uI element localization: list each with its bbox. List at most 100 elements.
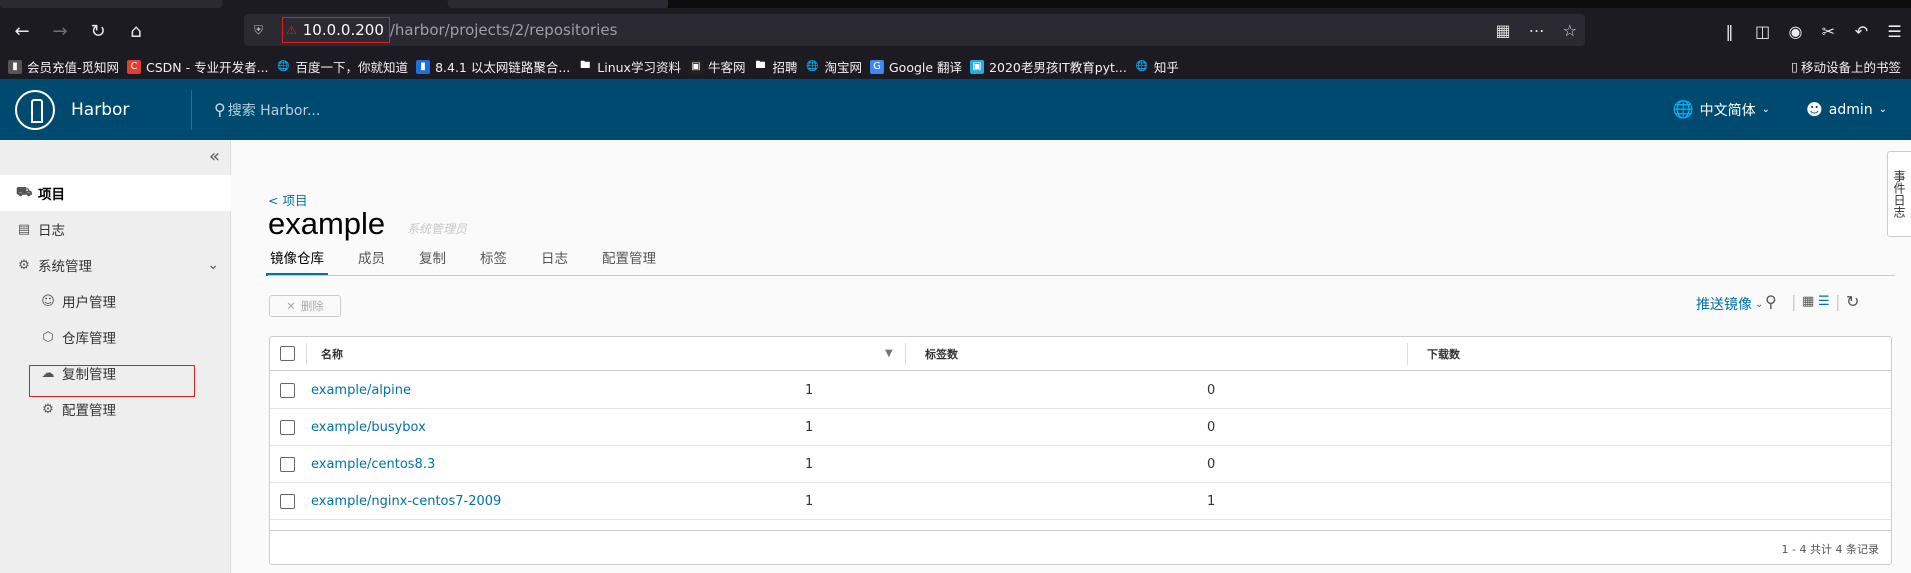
- registry-icon: ⬡: [42, 329, 54, 345]
- sidebar-item-users[interactable]: ☺ 用户管理: [0, 283, 231, 319]
- address-bar[interactable]: ⛨ ⚠ 10.0.0.200 /harbor/projects/2/reposi…: [244, 14, 1585, 46]
- forward-arrow-icon[interactable]: →: [44, 15, 76, 47]
- back-arrow-icon[interactable]: ←: [6, 15, 38, 47]
- more-actions-icon[interactable]: ⋯: [1529, 21, 1545, 40]
- tab-logs[interactable]: 日志: [539, 248, 570, 276]
- browser-navbar: ← → ↻ ⌂ ⛨ ⚠ 10.0.0.200 /harbor/projects/…: [0, 8, 1911, 54]
- shield-icon[interactable]: ⛨: [254, 22, 268, 38]
- main-content: < 项目 example 系统管理员 镜像仓库 成员 复制 标签 日志 配置管理…: [232, 140, 1911, 573]
- bookmark-icon: ▮: [8, 59, 22, 74]
- global-search[interactable]: ⚲ 搜索 Harbor...: [214, 100, 320, 120]
- reload-icon[interactable]: ↻: [82, 15, 114, 47]
- home-icon[interactable]: ⌂: [120, 15, 152, 47]
- brand-name[interactable]: Harbor: [71, 100, 181, 120]
- screenshot-icon[interactable]: ✂: [1812, 22, 1845, 41]
- row-checkbox[interactable]: [280, 493, 295, 509]
- table-row[interactable]: example/nginx-centos7-2009 1 1: [270, 483, 1891, 520]
- qr-code-icon[interactable]: ▦: [1496, 21, 1511, 40]
- bookmark-item[interactable]: C CSDN - 专业开发者...: [127, 57, 269, 76]
- tab-divider: [268, 275, 1895, 276]
- card-view-icon[interactable]: ▦: [1802, 294, 1814, 309]
- repository-name-link[interactable]: example/busybox: [311, 409, 426, 445]
- header-divider: [191, 89, 192, 130]
- sidebar-item-projects[interactable]: ⛟ 项目: [0, 175, 231, 211]
- search-icon[interactable]: ⚲: [1765, 292, 1777, 311]
- collapse-sidebar-icon[interactable]: «: [209, 146, 220, 167]
- bookmark-item[interactable]: 🌐 淘宝网: [805, 57, 862, 76]
- bookmark-item[interactable]: ▮ 8.4.1 以太网链路聚合...: [416, 57, 570, 76]
- repository-name-link[interactable]: example/centos8.3: [311, 446, 435, 482]
- browser-tab[interactable]: [448, 0, 668, 8]
- library-icon[interactable]: ‖: [1713, 22, 1746, 41]
- globe-icon: 🌐: [806, 61, 819, 72]
- row-checkbox[interactable]: [280, 419, 295, 435]
- insecure-lock-icon[interactable]: ⚠: [286, 23, 297, 37]
- tag-count: 1: [805, 382, 814, 398]
- url-host-highlight: ⚠ 10.0.0.200: [282, 17, 390, 43]
- table-header: 名称 ▼ 标签数 下载数: [270, 337, 1891, 371]
- bookmark-item[interactable]: 🌐 知乎: [1135, 57, 1179, 76]
- list-view-icon[interactable]: ☰: [1818, 294, 1830, 309]
- browser-tab[interactable]: [0, 0, 222, 8]
- push-image-label: 推送镜像: [1696, 297, 1752, 313]
- sidebar-item-label: 项目: [38, 187, 65, 203]
- language-selector[interactable]: 🌐 中文简体 ⌄: [1672, 100, 1770, 120]
- tab-members[interactable]: 成员: [356, 248, 387, 276]
- row-checkbox[interactable]: [280, 382, 295, 398]
- row-checkbox[interactable]: [280, 456, 295, 472]
- tab-replication[interactable]: 复制: [417, 248, 448, 276]
- sidebar-item-label: 配置管理: [62, 403, 116, 419]
- bookmark-item[interactable]: ▣ 牛客网: [688, 57, 746, 76]
- globe-icon: 🌐: [1135, 61, 1149, 72]
- tab-labels[interactable]: 标签: [478, 248, 509, 276]
- account-icon[interactable]: ◉: [1779, 22, 1812, 41]
- browser-tab-active[interactable]: [222, 0, 448, 8]
- tab-repositories[interactable]: 镜像仓库: [266, 248, 328, 276]
- column-header-name[interactable]: 名称: [321, 337, 343, 370]
- language-label: 中文简体: [1699, 102, 1756, 119]
- bookmark-item[interactable]: ▣ 2020老男孩IT教育pyt...: [970, 57, 1127, 76]
- mobile-bookmarks[interactable]: ▯ 移动设备上的书签: [1791, 54, 1901, 79]
- repository-name-link[interactable]: example/alpine: [311, 372, 411, 408]
- push-image-dropdown[interactable]: 推送镜像 ⌄: [1696, 294, 1763, 314]
- star-bookmark-icon[interactable]: ☆: [1563, 21, 1577, 40]
- repository-name-link[interactable]: example/nginx-centos7-2009: [311, 483, 501, 519]
- sidebar-item-label: 用户管理: [62, 295, 116, 311]
- bookmark-item[interactable]: G Google 翻译: [870, 57, 962, 76]
- sidebar-icon[interactable]: ◫: [1746, 22, 1779, 41]
- tab-configuration[interactable]: 配置管理: [600, 248, 658, 276]
- bookmark-item[interactable]: 🌐 百度一下，你就知道: [277, 57, 408, 76]
- bookmark-label: 淘宝网: [824, 60, 862, 75]
- user-menu[interactable]: ☻ admin ⌄: [1806, 100, 1887, 119]
- table-row[interactable]: example/busybox 1 0: [270, 409, 1891, 446]
- undo-close-tab-icon[interactable]: ↶: [1845, 22, 1878, 41]
- filter-icon[interactable]: ▼: [885, 337, 893, 370]
- divider: |: [1791, 292, 1797, 311]
- sidebar-item-label: 日志: [38, 223, 65, 239]
- admin-icon: ⚙: [18, 257, 30, 273]
- refresh-icon[interactable]: ↻: [1846, 292, 1859, 311]
- sidebar-item-admin[interactable]: ⚙ 系统管理 ⌄: [0, 247, 231, 283]
- bookmark-item[interactable]: ▮ 会员充值-觅知网: [8, 57, 119, 76]
- bilibili-icon: ▣: [970, 59, 985, 74]
- column-header-pulls[interactable]: 下载数: [1427, 337, 1460, 370]
- bookmark-item[interactable]: 🖿 Linux学习资料: [578, 57, 681, 76]
- divider: |: [1835, 292, 1841, 311]
- close-icon: ✕: [286, 299, 296, 313]
- csdn-icon: C: [127, 59, 142, 74]
- sidebar-item-registries[interactable]: ⬡ 仓库管理: [0, 319, 231, 355]
- harbor-logo-icon[interactable]: [15, 89, 55, 130]
- sidebar-item-logs[interactable]: ▤ 日志: [0, 211, 231, 247]
- select-all-checkbox[interactable]: [280, 346, 295, 361]
- menu-icon[interactable]: ☰: [1878, 22, 1911, 41]
- column-header-tags[interactable]: 标签数: [925, 337, 958, 370]
- role-label: 系统管理员: [407, 222, 468, 236]
- event-log-panel-toggle[interactable]: 事件日志: [1887, 151, 1911, 237]
- table-row[interactable]: example/alpine 1 0: [270, 372, 1891, 409]
- delete-button[interactable]: ✕ 删除: [269, 295, 341, 317]
- highlight-box: [29, 365, 195, 397]
- search-input[interactable]: 搜索 Harbor...: [228, 100, 321, 120]
- bookmark-item[interactable]: 🖿 招聘: [753, 57, 797, 76]
- bookmark-label: 牛客网: [707, 60, 746, 75]
- table-row[interactable]: example/centos8.3 1 0: [270, 446, 1891, 483]
